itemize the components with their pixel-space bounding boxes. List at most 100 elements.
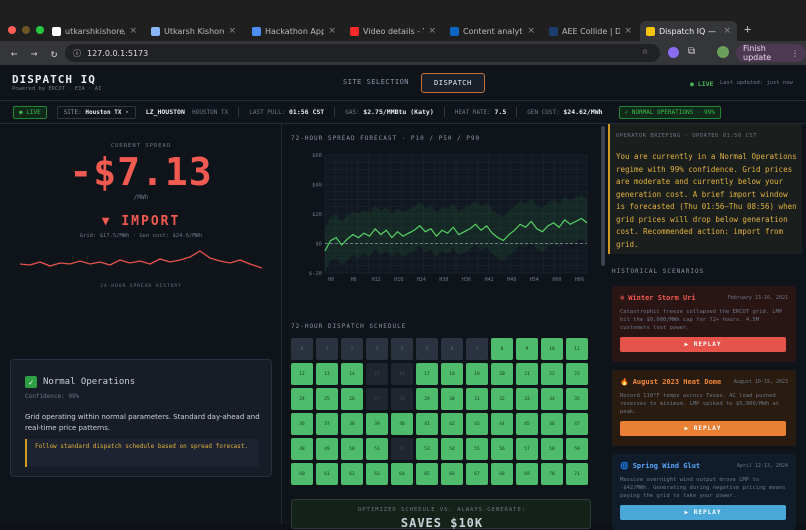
schedule-cell[interactable]: 22 <box>541 363 563 385</box>
schedule-cell[interactable]: 5 <box>416 338 438 360</box>
schedule-cell[interactable]: 56 <box>491 438 513 460</box>
schedule-cell[interactable]: 9 <box>516 338 538 360</box>
schedule-cell[interactable]: 16 <box>391 363 413 385</box>
close-tab-icon[interactable]: × <box>228 26 236 36</box>
browser-tab[interactable]: Dispatch IQ — Ener × <box>640 21 737 41</box>
schedule-cell[interactable]: 68 <box>491 463 513 485</box>
schedule-cell[interactable]: 21 <box>516 363 538 385</box>
schedule-cell[interactable]: 2 <box>341 338 363 360</box>
schedule-cell[interactable]: 1 <box>316 338 338 360</box>
schedule-cell[interactable]: 57 <box>516 438 538 460</box>
schedule-cell[interactable]: 40 <box>391 413 413 435</box>
minimize-window-button[interactable] <box>22 26 30 34</box>
schedule-cell[interactable]: 59 <box>566 438 588 460</box>
schedule-cell[interactable]: 51 <box>366 438 388 460</box>
schedule-cell[interactable]: 31 <box>466 388 488 410</box>
tab-dispatch[interactable]: DISPATCH <box>421 73 485 93</box>
schedule-cell[interactable]: 3 <box>366 338 388 360</box>
schedule-cell[interactable]: 42 <box>441 413 463 435</box>
schedule-cell[interactable]: 24 <box>291 388 313 410</box>
schedule-cell[interactable]: 34 <box>541 388 563 410</box>
schedule-cell[interactable]: 44 <box>491 413 513 435</box>
replay-button[interactable]: ▶ REPLAY <box>620 505 786 520</box>
replay-button[interactable]: ▶ REPLAY <box>620 421 786 436</box>
schedule-cell[interactable]: 38 <box>341 413 363 435</box>
schedule-cell[interactable]: 4 <box>391 338 413 360</box>
browser-tab[interactable]: utkarshkishore/AE × <box>46 21 143 41</box>
schedule-cell[interactable]: 12 <box>291 363 313 385</box>
schedule-cell[interactable]: 20 <box>491 363 513 385</box>
schedule-cell[interactable]: 13 <box>316 363 338 385</box>
schedule-cell[interactable]: 37 <box>316 413 338 435</box>
schedule-cell[interactable]: 29 <box>416 388 438 410</box>
schedule-cell[interactable]: 25 <box>316 388 338 410</box>
schedule-cell[interactable]: 35 <box>566 388 588 410</box>
reload-icon[interactable]: ↻ <box>48 47 60 60</box>
close-tab-icon[interactable]: × <box>428 26 436 36</box>
schedule-cell[interactable]: 64 <box>391 463 413 485</box>
schedule-cell[interactable]: 0 <box>291 338 313 360</box>
schedule-cell[interactable]: 7 <box>466 338 488 360</box>
schedule-cell[interactable]: 58 <box>541 438 563 460</box>
schedule-cell[interactable]: 71 <box>566 463 588 485</box>
schedule-cell[interactable]: 17 <box>416 363 438 385</box>
replay-button[interactable]: ▶ REPLAY <box>620 337 786 352</box>
schedule-cell[interactable]: 39 <box>366 413 388 435</box>
close-tab-icon[interactable]: × <box>527 26 535 36</box>
schedule-cell[interactable]: 14 <box>341 363 363 385</box>
schedule-cell[interactable]: 60 <box>291 463 313 485</box>
site-info-icon[interactable]: ⓘ <box>73 48 81 59</box>
browser-tab[interactable]: AEE Collide | Devp× <box>543 21 638 41</box>
schedule-cell[interactable]: 26 <box>341 388 363 410</box>
schedule-cell[interactable]: 45 <box>516 413 538 435</box>
close-tab-icon[interactable]: × <box>624 26 632 36</box>
schedule-cell[interactable]: 11 <box>566 338 588 360</box>
schedule-cell[interactable]: 8 <box>491 338 513 360</box>
new-tab-button[interactable]: + <box>744 22 751 36</box>
browser-tab[interactable]: Video details - You × <box>344 21 442 41</box>
forward-icon[interactable]: → <box>28 47 40 60</box>
schedule-cell[interactable]: 6 <box>441 338 463 360</box>
schedule-cell[interactable]: 49 <box>316 438 338 460</box>
tab-site-selection[interactable]: SITE SELECTION <box>331 73 421 93</box>
extension-icon[interactable] <box>668 47 679 58</box>
schedule-cell[interactable]: 33 <box>516 388 538 410</box>
schedule-cell[interactable]: 67 <box>466 463 488 485</box>
schedule-cell[interactable]: 63 <box>366 463 388 485</box>
profile-avatar[interactable] <box>717 46 729 58</box>
browser-tab[interactable]: Content analytics | × <box>444 21 541 41</box>
browser-tab[interactable]: Utkarsh Kishore | P× <box>145 21 242 41</box>
finish-update-button[interactable]: Finish update ⋮ <box>736 44 806 62</box>
site-selector[interactable]: SITE: Houston TX ▾ <box>56 105 136 119</box>
schedule-cell[interactable]: 19 <box>466 363 488 385</box>
schedule-cell[interactable]: 30 <box>441 388 463 410</box>
schedule-cell[interactable]: 50 <box>341 438 363 460</box>
schedule-cell[interactable]: 18 <box>441 363 463 385</box>
schedule-cell[interactable]: 70 <box>541 463 563 485</box>
schedule-cell[interactable]: 62 <box>341 463 363 485</box>
schedule-cell[interactable]: 54 <box>441 438 463 460</box>
back-icon[interactable]: ← <box>8 47 20 60</box>
close-tab-icon[interactable]: × <box>723 26 731 36</box>
schedule-cell[interactable]: 65 <box>416 463 438 485</box>
schedule-cell[interactable]: 41 <box>416 413 438 435</box>
scrollbar-thumb[interactable] <box>601 126 605 266</box>
schedule-cell[interactable]: 47 <box>566 413 588 435</box>
schedule-cell[interactable]: 66 <box>441 463 463 485</box>
schedule-cell[interactable]: 69 <box>516 463 538 485</box>
maximize-window-button[interactable] <box>36 26 44 34</box>
close-window-button[interactable] <box>8 26 16 34</box>
schedule-cell[interactable]: 15 <box>366 363 388 385</box>
bookmark-star-icon[interactable]: ☆ <box>642 46 648 57</box>
schedule-cell[interactable]: 55 <box>466 438 488 460</box>
schedule-cell[interactable]: 61 <box>316 463 338 485</box>
schedule-cell[interactable]: 23 <box>566 363 588 385</box>
browser-tab[interactable]: Hackathon App Ide× <box>246 21 342 41</box>
close-tab-icon[interactable]: × <box>129 26 137 36</box>
schedule-cell[interactable]: 48 <box>291 438 313 460</box>
schedule-cell[interactable]: 52 <box>391 438 413 460</box>
schedule-cell[interactable]: 46 <box>541 413 563 435</box>
schedule-cell[interactable]: 10 <box>541 338 563 360</box>
schedule-cell[interactable]: 32 <box>491 388 513 410</box>
schedule-cell[interactable]: 28 <box>391 388 413 410</box>
